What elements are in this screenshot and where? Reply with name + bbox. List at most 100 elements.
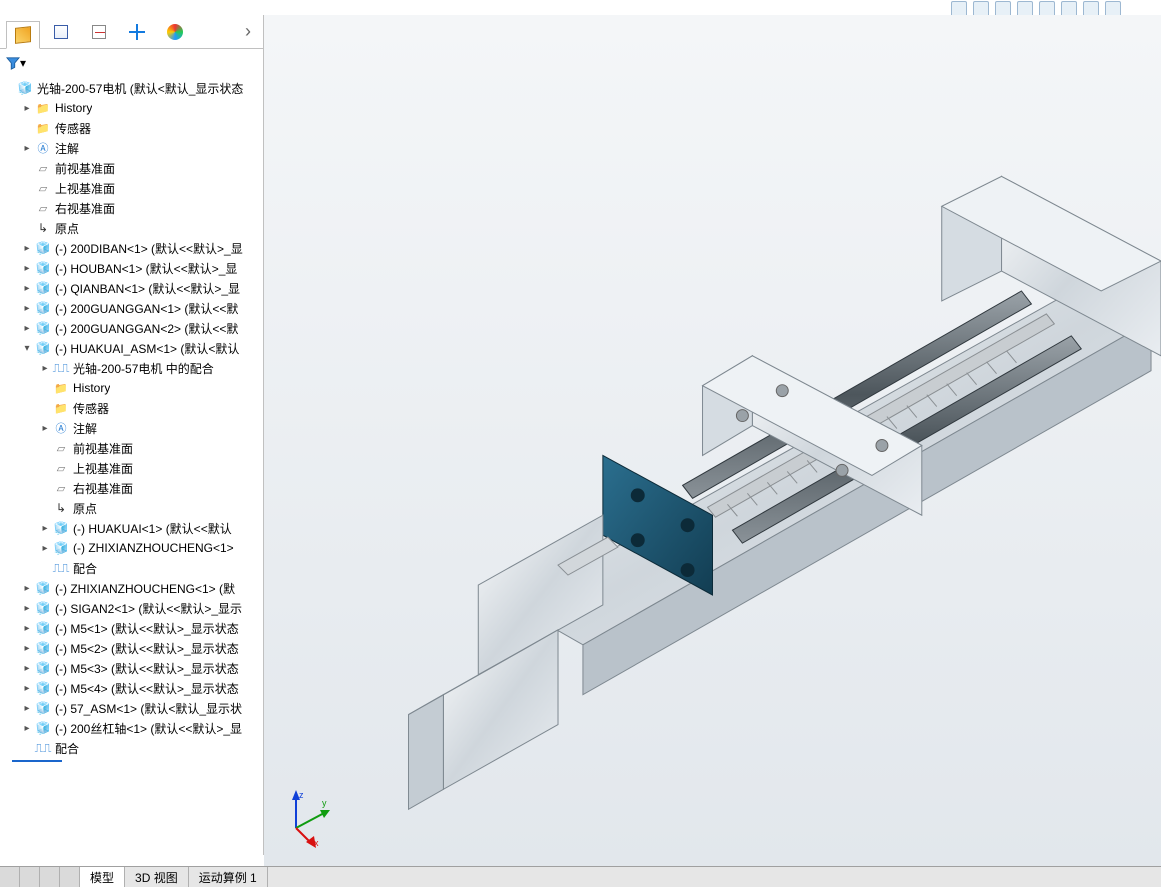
fold-icon: 📁 (34, 100, 52, 116)
expand-toggle[interactable]: ▸ (20, 683, 34, 694)
tree-node[interactable]: ▸📁History (2, 98, 263, 118)
bottom-prev-button[interactable] (0, 867, 20, 887)
tree-node[interactable]: ▸Ⓐ注解 (2, 138, 263, 158)
feature-manager-panel: › ▾ 🧊光轴-200-57电机 (默认<默认_显示状态▸📁History📁传感… (0, 15, 264, 855)
part-icon: 🧊 (52, 540, 70, 556)
tree-node[interactable]: ▸🧊(-) M5<3> (默认<<默认>_显示状态 (2, 658, 263, 678)
tree-node-label: 右视基准面 (72, 480, 133, 497)
tree-node[interactable]: ▸🧊(-) ZHIXIANZHOUCHENG<1> (默 (2, 578, 263, 598)
tree-node-label: (-) 200GUANGGAN<2> (默认<<默 (54, 320, 238, 337)
expand-toggle[interactable]: ▸ (20, 723, 34, 734)
tree-node-label: 注解 (72, 420, 97, 437)
expand-toggle[interactable]: ▸ (20, 703, 34, 714)
tab-feature-manager[interactable] (6, 21, 40, 49)
asm-icon: 🧊 (16, 80, 34, 96)
rollback-bar[interactable] (12, 760, 62, 762)
tree-node[interactable]: ▸Ⓐ注解 (2, 418, 263, 438)
tree-node[interactable]: ↳原点 (2, 218, 263, 238)
expand-toggle[interactable]: ▸ (20, 243, 34, 254)
filter-button[interactable]: ▾ (6, 53, 26, 73)
fold-icon: 📁 (34, 120, 52, 136)
tree-node[interactable]: ▸🧊(-) QIANBAN<1> (默认<<默认>_显 (2, 278, 263, 298)
expand-toggle[interactable]: ▸ (38, 543, 52, 554)
expand-toggle[interactable]: ▸ (20, 583, 34, 594)
tree-node[interactable]: 📁传感器 (2, 118, 263, 138)
tree-node[interactable]: ⎍⎍配合 (2, 558, 263, 578)
tree-node-label: 注解 (54, 140, 79, 157)
tree-node[interactable]: ▸🧊(-) M5<2> (默认<<默认>_显示状态 (2, 638, 263, 658)
tree-node[interactable]: ▸🧊(-) 200丝杠轴<1> (默认<<默认>_显 (2, 718, 263, 738)
expand-toggle[interactable]: ▸ (20, 143, 34, 154)
tab-dimxpert[interactable] (120, 18, 154, 46)
expand-toggle[interactable]: ▸ (20, 643, 34, 654)
tab-property-manager[interactable] (44, 18, 78, 46)
tree-node[interactable]: ▸🧊(-) 57_ASM<1> (默认<默认_显示状 (2, 698, 263, 718)
tree-node-label: (-) M5<1> (默认<<默认>_显示状态 (54, 620, 239, 637)
tree-node[interactable]: ▱上视基准面 (2, 458, 263, 478)
tree-node[interactable]: ▾🧊(-) HUAKUAI_ASM<1> (默认<默认 (2, 338, 263, 358)
tree-node[interactable]: 📁History (2, 378, 263, 398)
part-icon: 🧊 (34, 660, 52, 676)
tree-node-label: (-) 57_ASM<1> (默认<默认_显示状 (54, 700, 242, 717)
tree-node[interactable]: ↳原点 (2, 498, 263, 518)
orientation-triad[interactable]: z y x (276, 788, 336, 848)
horizontal-scrollbar[interactable] (4, 831, 260, 847)
tree-node[interactable]: ▸🧊(-) HUAKUAI<1> (默认<<默认 (2, 518, 263, 538)
tree-node-label: (-) M5<4> (默认<<默认>_显示状态 (54, 680, 239, 697)
bottom-next-button[interactable] (20, 867, 40, 887)
bottom-seg[interactable] (60, 867, 80, 887)
plane-icon: ▱ (34, 200, 52, 216)
part-icon: 🧊 (34, 600, 52, 616)
tree-node[interactable]: ▱前视基准面 (2, 438, 263, 458)
expand-toggle[interactable]: ▾ (20, 343, 34, 354)
expand-toggle[interactable]: ▸ (20, 103, 34, 114)
bottom-tab-3dview[interactable]: 3D 视图 (125, 867, 189, 887)
expand-toggle[interactable]: ▸ (20, 603, 34, 614)
tree-node[interactable]: ▸🧊(-) SIGAN2<1> (默认<<默认>_显示 (2, 598, 263, 618)
feature-tree[interactable]: 🧊光轴-200-57电机 (默认<默认_显示状态▸📁History📁传感器▸Ⓐ注… (0, 76, 263, 764)
plane-icon: ▱ (52, 480, 70, 496)
tree-node-label: 光轴-200-57电机 (默认<默认_显示状态 (36, 80, 243, 97)
expand-toggle[interactable]: ▸ (38, 523, 52, 534)
tree-node[interactable]: ▸🧊(-) 200DIBAN<1> (默认<<默认>_显 (2, 238, 263, 258)
expand-toggle[interactable]: ▸ (20, 283, 34, 294)
tree-node-label: 传感器 (72, 400, 109, 417)
tree-node[interactable]: ▱右视基准面 (2, 198, 263, 218)
tree-node[interactable]: ⎍⎍配合 (2, 738, 263, 758)
expand-toggle[interactable]: ▸ (38, 363, 52, 374)
tab-appearance[interactable] (158, 18, 192, 46)
tree-node-label: (-) HUAKUAI_ASM<1> (默认<默认 (54, 340, 239, 357)
bottom-tab-model[interactable]: 模型 (80, 867, 125, 887)
tree-node[interactable]: ▸🧊(-) HOUBAN<1> (默认<<默认>_显 (2, 258, 263, 278)
tree-node[interactable]: ▸🧊(-) 200GUANGGAN<2> (默认<<默 (2, 318, 263, 338)
tree-node[interactable]: 📁传感器 (2, 398, 263, 418)
expand-toggle[interactable]: ▸ (38, 423, 52, 434)
bottom-tab-motion1[interactable]: 运动算例 1 (189, 867, 268, 887)
graphics-viewport[interactable]: z y x (264, 15, 1161, 866)
expand-toggle[interactable]: ▸ (20, 663, 34, 674)
expand-toggle[interactable]: ▸ (20, 263, 34, 274)
tree-node[interactable]: 🧊光轴-200-57电机 (默认<默认_显示状态 (2, 78, 263, 98)
expand-toggle[interactable]: ▸ (20, 323, 34, 334)
grid-icon (54, 25, 68, 39)
tree-node[interactable]: ▸🧊(-) M5<1> (默认<<默认>_显示状态 (2, 618, 263, 638)
tab-overflow-button[interactable]: › (239, 21, 257, 42)
tree-node[interactable]: ▸🧊(-) ZHIXIANZHOUCHENG<1> (2, 538, 263, 558)
crosshair-icon (129, 24, 145, 40)
tree-node-label: 原点 (54, 220, 79, 237)
mate-icon: ⎍⎍ (34, 740, 52, 756)
tree-node[interactable]: ▱前视基准面 (2, 158, 263, 178)
bottom-seg[interactable] (40, 867, 60, 887)
tree-node[interactable]: ▸⎍⎍光轴-200-57电机 中的配合 (2, 358, 263, 378)
feature-tree-scroll[interactable]: 🧊光轴-200-57电机 (默认<默认_显示状态▸📁History📁传感器▸Ⓐ注… (0, 76, 263, 826)
tree-node[interactable]: ▱上视基准面 (2, 178, 263, 198)
expand-toggle[interactable]: ▸ (20, 303, 34, 314)
tree-node[interactable]: ▱右视基准面 (2, 478, 263, 498)
tree-node[interactable]: ▸🧊(-) M5<4> (默认<<默认>_显示状态 (2, 678, 263, 698)
tree-node[interactable]: ▸🧊(-) 200GUANGGAN<1> (默认<<默 (2, 298, 263, 318)
mate-icon: ⎍⎍ (52, 560, 70, 576)
expand-toggle[interactable]: ▸ (20, 623, 34, 634)
tab-configuration-manager[interactable] (82, 18, 116, 46)
tree-node-label: (-) 200GUANGGAN<1> (默认<<默 (54, 300, 238, 317)
tree-node-label: 光轴-200-57电机 中的配合 (72, 360, 214, 377)
